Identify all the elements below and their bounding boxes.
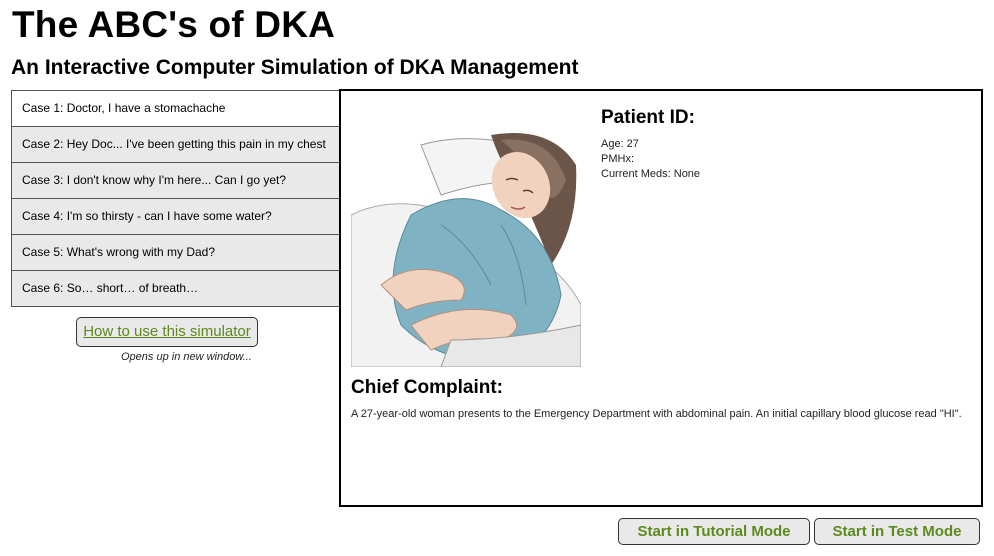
case-list: Case 1: Doctor, I have a stomachache Cas… (11, 90, 342, 307)
patient-id-heading: Patient ID: (601, 107, 695, 128)
case-item-1[interactable]: Case 1: Doctor, I have a stomachache (12, 91, 341, 127)
patient-meds: Current Meds: None (601, 168, 701, 180)
case-item-3[interactable]: Case 3: I don't know why I'm here... Can… (12, 163, 341, 199)
page-subtitle: An Interactive Computer Simulation of DK… (11, 56, 579, 79)
how-to-use-button[interactable]: How to use this simulator (76, 317, 258, 347)
case-item-5[interactable]: Case 5: What's wrong with my Dad? (12, 235, 341, 271)
chief-complaint-text: A 27-year-old woman presents to the Emer… (351, 408, 962, 420)
patient-illustration (351, 125, 581, 367)
start-tutorial-button[interactable]: Start in Tutorial Mode (618, 518, 810, 545)
chief-complaint-heading: Chief Complaint: (351, 377, 503, 398)
case-panel: Patient ID: Age: 27 PMHx: Current Meds: … (339, 89, 983, 507)
page-title: The ABC's of DKA (12, 4, 336, 45)
new-window-note: Opens up in new window... (121, 351, 252, 363)
case-item-4[interactable]: Case 4: I'm so thirsty - can I have some… (12, 199, 341, 235)
case-item-2[interactable]: Case 2: Hey Doc... I've been getting thi… (12, 127, 341, 163)
patient-pmhx: PMHx: (601, 153, 634, 165)
start-test-button[interactable]: Start in Test Mode (814, 518, 980, 545)
patient-age: Age: 27 (601, 138, 639, 150)
case-item-6[interactable]: Case 6: So… short… of breath… (12, 271, 341, 307)
